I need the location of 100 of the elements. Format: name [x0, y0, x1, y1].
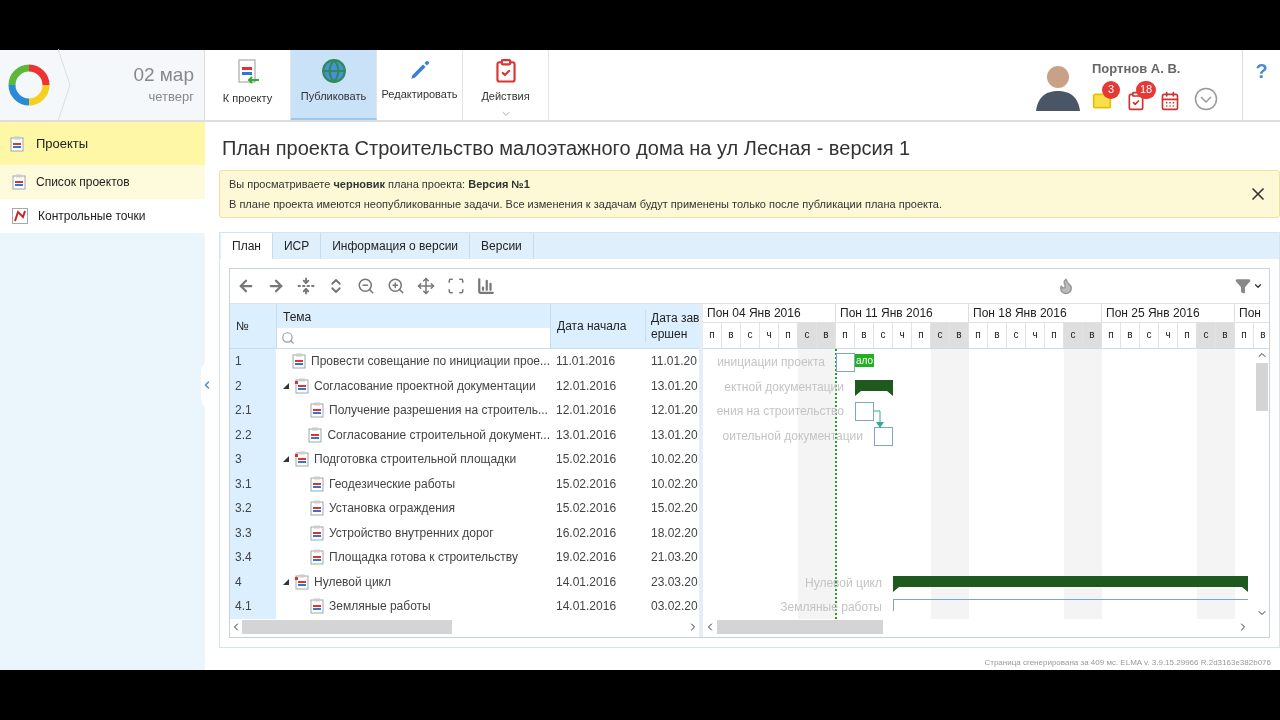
task-bar[interactable] — [855, 402, 874, 421]
task-icon — [310, 475, 324, 492]
expand-toggle[interactable] — [282, 577, 290, 586]
day-header: с — [798, 323, 817, 348]
table-cell-text: 21.03.20 — [650, 549, 699, 567]
scrollbar-thumb[interactable] — [717, 620, 883, 634]
task-title[interactable]: Земляные работы — [329, 597, 431, 616]
toolbar-button[interactable]: Публиковать — [291, 50, 377, 120]
day-header: в — [1216, 323, 1235, 348]
collapse-icon — [297, 277, 315, 295]
search-field[interactable] — [277, 328, 550, 348]
column-header[interactable]: Тема — [277, 304, 550, 328]
table-cell-text: 16.02.2016 — [555, 524, 618, 542]
user-name[interactable]: Портнов А. В. — [1092, 59, 1242, 79]
table-cell-text: 19.02.2016 — [555, 549, 618, 567]
table-cell-text: 11.01.20 — [650, 353, 698, 371]
sidebar-heading[interactable]: Проекты — [0, 122, 205, 165]
row-number: 3.3 — [230, 520, 276, 545]
scrollbar-thumb[interactable] — [242, 620, 452, 634]
day-header: с — [1064, 323, 1083, 348]
move-icon — [417, 277, 435, 295]
row-number: 2.2 — [230, 422, 276, 447]
task-bar[interactable] — [836, 353, 855, 372]
sidebar-item[interactable]: Контрольные точки — [0, 199, 205, 233]
day-header: в — [817, 323, 836, 348]
notice-text: Вы просматриваете черновик плана проекта: Версия №1 — [229, 177, 531, 192]
progress-tag: ало — [855, 354, 875, 367]
row-number: 3.1 — [230, 471, 276, 496]
task-bar[interactable] — [874, 426, 893, 446]
row-number: 2.1 — [230, 398, 276, 423]
tab[interactable]: План — [221, 233, 273, 259]
week-header: Пон 25 Янв 2016 — [1102, 304, 1235, 322]
task-title[interactable]: Получение разрешения на строитель... — [329, 401, 548, 420]
expand-toggle[interactable] — [282, 381, 290, 390]
table-cell-text: 12.01.20 — [650, 402, 699, 420]
task-title[interactable]: Согласование проектной документации — [314, 376, 536, 395]
table-cell-text: 10.02.20 — [650, 451, 699, 469]
task-icon — [310, 524, 324, 541]
milestone-icon — [12, 208, 28, 224]
task-bar[interactable] — [893, 599, 1248, 611]
chevron-circle-icon[interactable] — [1194, 86, 1218, 111]
task-icon — [310, 500, 324, 517]
table-cell-text: 15.02.20 — [650, 500, 699, 518]
dependency-arrow — [874, 410, 886, 429]
table-cell-text: 15.02.2016 — [555, 500, 618, 518]
table-cell-text: 15.02.2016 — [555, 475, 618, 493]
logo-icon[interactable] — [8, 64, 50, 106]
task-title[interactable]: Геодезические работы — [329, 474, 456, 493]
table-cell-text: 23.03.20 — [650, 573, 699, 591]
expand-toggle[interactable] — [282, 455, 290, 464]
table-cell-text: 13.01.20 — [650, 377, 699, 395]
week-header: Пон 11 Янв 2016 — [836, 304, 969, 322]
summary-bar[interactable] — [855, 379, 893, 396]
task-title[interactable]: Установка ограждения — [329, 499, 455, 518]
task-icon — [295, 377, 309, 394]
weekday-text: четверг — [148, 88, 194, 107]
task-title[interactable]: Площадка готова к строительству — [329, 548, 518, 567]
gantt-label: Земляные работы — [780, 599, 882, 616]
table-cell-text: 10.02.20 — [650, 475, 699, 493]
task-title[interactable]: Нулевой цикл — [314, 572, 391, 591]
task-title[interactable]: Согласование строительной документ... — [327, 425, 550, 444]
task-title[interactable]: Провести совещание по инициации прое... — [311, 352, 550, 371]
bar-chart-icon — [477, 277, 495, 295]
task-icon — [295, 451, 309, 468]
help-button[interactable]: ? — [1255, 56, 1268, 82]
task-icon — [292, 353, 307, 370]
notification-badge: 18 — [1136, 80, 1157, 99]
column-header[interactable]: Дата начала — [550, 304, 645, 348]
table-cell-text: 18.02.20 — [650, 524, 699, 542]
table-cell-text: 03.02.20 — [650, 598, 699, 616]
row-number: 1 — [230, 349, 276, 374]
summary-bar[interactable] — [893, 575, 1248, 592]
search-icon — [281, 331, 295, 345]
column-header[interactable]: № — [230, 317, 276, 335]
flame-icon — [1057, 277, 1075, 295]
notification-badge: 3 — [1102, 80, 1120, 99]
calendar-icon[interactable] — [1160, 90, 1180, 111]
date-text: 02 мар — [133, 63, 194, 88]
scrollbar-thumb[interactable] — [1256, 363, 1268, 411]
task-title[interactable]: Подготовка строительной площадки — [314, 450, 517, 469]
row-number: 3.2 — [230, 496, 276, 521]
sidebar-item[interactable]: Список проектов — [0, 165, 205, 199]
task-title[interactable]: Устройство внутренних дорог — [329, 523, 494, 542]
week-header: Пон 04 Янв 2016 — [703, 304, 836, 322]
globe-icon — [320, 58, 347, 84]
day-header: в — [950, 323, 969, 348]
table-cell-text: 13.01.20 — [650, 426, 699, 444]
task-icon — [12, 174, 26, 190]
row-number: 3 — [230, 447, 276, 472]
task-icon — [310, 598, 324, 615]
table-cell-text: 11.01.2016 — [555, 353, 617, 371]
zoom-out-icon — [357, 277, 375, 295]
arrow-right-icon — [267, 277, 285, 295]
gantt-label: инициации проекта — [717, 354, 825, 371]
day-header: в — [1083, 323, 1102, 348]
week-header: Пон — [1235, 304, 1269, 322]
row-number: 4.1 — [230, 594, 276, 619]
week-header: Пон 18 Янв 2016 — [969, 304, 1102, 322]
row-number: 2 — [230, 373, 276, 398]
table-cell-text: 12.01.2016 — [555, 402, 618, 420]
